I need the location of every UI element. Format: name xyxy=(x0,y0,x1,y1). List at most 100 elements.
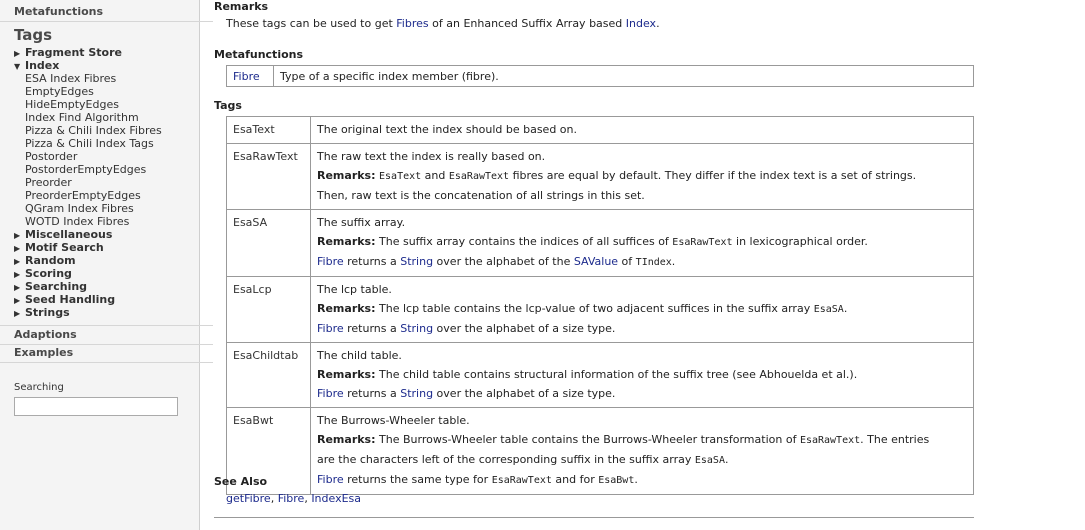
sidebar-item-label: Motif Search xyxy=(25,241,104,254)
tag-desc: The raw text the index is really based o… xyxy=(317,150,546,163)
fibre-part: returns a xyxy=(343,322,401,335)
sidebar-item[interactable]: HideEmptyEdges xyxy=(14,98,200,111)
code-esarawtext: EsaRawText xyxy=(491,475,552,486)
table-row: Fibre Type of a specific index member (f… xyxy=(226,65,974,87)
sidebar-item[interactable]: PostorderEmptyEdges xyxy=(14,163,200,176)
meta-desc-cell: Type of a specific index member (fibre). xyxy=(273,65,974,87)
sidebar-section-adaptions[interactable]: Adaptions xyxy=(0,325,213,345)
code-esatext: EsaText xyxy=(379,171,422,182)
remarks-part: The Burrows-Wheeler table contains the B… xyxy=(375,433,800,446)
sidebar-tags-title: Tags xyxy=(14,26,53,44)
sidebar: Metafunctions Tags ▶ Fragment Store ▼ Index… xyxy=(0,0,213,530)
tag-remarks-cont: Then, raw text is the concatenation of a… xyxy=(317,189,645,202)
fibre-link[interactable]: Fibre xyxy=(278,492,305,505)
sidebar-category[interactable]: ▼ Index xyxy=(14,59,200,72)
triangle-down-icon[interactable]: ▼ xyxy=(14,60,25,73)
remarks-part: are the characters left of the correspon… xyxy=(317,453,695,466)
sidebar-item-label: Index Find Algorithm xyxy=(25,111,139,124)
sidebar-item-label: Fragment Store xyxy=(25,46,122,59)
sidebar-item[interactable]: ESA Index Fibres xyxy=(14,72,200,85)
fibre-part: . xyxy=(634,473,638,486)
remarks-part: fibres are equal by default. They differ… xyxy=(509,169,917,182)
remarks-part: in lexicographical order. xyxy=(732,235,868,248)
triangle-right-icon[interactable]: ▶ xyxy=(14,307,25,320)
tag-name-esatext: EsaText xyxy=(226,116,311,144)
sidebar-item[interactable]: QGram Index Fibres xyxy=(14,202,200,215)
table-row: EsaRawText The raw text the index is rea… xyxy=(226,143,974,210)
sidebar-item[interactable]: EmptyEdges xyxy=(14,85,200,98)
code-esarawtext: EsaRawText xyxy=(448,171,510,182)
remarks-part: . The entries xyxy=(860,433,930,446)
tag-remarks: Remarks: EsaText and EsaRawText fibres a… xyxy=(317,166,967,186)
code-esasa: EsaSA xyxy=(694,455,725,466)
code-esasa: EsaSA xyxy=(813,304,844,315)
tag-remarks: Remarks: The lcp table contains the lcp-… xyxy=(317,299,967,319)
remarks-part: . xyxy=(724,453,729,466)
fibre-part: returns a xyxy=(343,255,401,268)
fibres-link[interactable]: Fibres xyxy=(396,17,428,30)
string-link[interactable]: String xyxy=(400,255,433,268)
see-also-links: getFibre, Fibre, IndexEsa xyxy=(226,492,361,505)
sidebar-item[interactable]: Pizza & Chili Index Fibres xyxy=(14,124,200,137)
sidebar-item[interactable]: Postorder xyxy=(14,150,200,163)
string-link[interactable]: String xyxy=(400,387,433,400)
index-link[interactable]: Index xyxy=(626,17,656,30)
fibre-part: returns the same type for xyxy=(343,473,492,486)
sidebar-item[interactable]: WOTD Index Fibres xyxy=(14,215,200,228)
sidebar-item-label: Scoring xyxy=(25,267,72,280)
getfibre-link[interactable]: getFibre xyxy=(226,492,271,505)
table-row: EsaText The original text the index shou… xyxy=(226,116,974,144)
sidebar-category[interactable]: ▶ Seed Handling xyxy=(14,293,200,306)
sidebar-item-label: Searching xyxy=(25,280,88,293)
fibre-link[interactable]: Fibre xyxy=(317,322,344,335)
fibre-link[interactable]: Fibre xyxy=(317,255,344,268)
sidebar-item-label: HideEmptyEdges xyxy=(25,98,119,111)
table-row: EsaLcp The lcp table. Remarks: The lcp t… xyxy=(226,276,974,343)
tag-name-esalcp: EsaLcp xyxy=(226,276,311,343)
tag-desc: The Burrows-Wheeler table. xyxy=(317,414,470,427)
fibre-link[interactable]: Fibre xyxy=(317,387,344,400)
sidebar-item-label: PostorderEmptyEdges xyxy=(25,163,147,176)
sidebar-item-label: ESA Index Fibres xyxy=(25,72,117,85)
sidebar-item-label: PreorderEmptyEdges xyxy=(25,189,141,202)
sidebar-item[interactable]: Preorder xyxy=(14,176,200,189)
sidebar-item-label: Seed Handling xyxy=(25,293,116,306)
sidebar-item-label: QGram Index Fibres xyxy=(25,202,134,215)
remarks-part: The lcp table contains the lcp-value of … xyxy=(375,302,814,315)
sidebar-item[interactable]: Index Find Algorithm xyxy=(14,111,200,124)
sidebar-section-examples[interactable]: Examples xyxy=(0,344,213,363)
sidebar-category[interactable]: ▶ Random xyxy=(14,254,200,267)
remarks-label: Remarks: xyxy=(317,302,376,315)
table-row: EsaChildtab The child table. Remarks: Th… xyxy=(226,342,974,408)
fibre-part: over the alphabet of a size type. xyxy=(433,322,616,335)
sidebar-category[interactable]: ▶ Scoring xyxy=(14,267,200,280)
tag-name-esarawtext: EsaRawText xyxy=(226,143,311,210)
indexesa-link[interactable]: IndexEsa xyxy=(311,492,361,505)
remarks-part: and xyxy=(421,169,449,182)
sidebar-category[interactable]: ▶ Strings xyxy=(14,306,200,319)
sidebar-category[interactable]: ▶ Motif Search xyxy=(14,241,200,254)
string-link[interactable]: String xyxy=(400,322,433,335)
fibre-link[interactable]: Fibre xyxy=(317,473,344,486)
sidebar-category[interactable]: ▶ Searching xyxy=(14,280,200,293)
savalue-link[interactable]: SAValue xyxy=(574,255,618,268)
tag-desc: The original text the index should be ba… xyxy=(317,123,577,136)
search-input[interactable] xyxy=(14,397,178,416)
sidebar-item[interactable]: Pizza & Chili Index Tags xyxy=(14,137,200,150)
code-tindex: TIndex xyxy=(635,257,672,268)
remarks-text-pre: These tags can be used to get xyxy=(226,17,397,30)
fibre-part: of xyxy=(618,255,636,268)
sidebar-item[interactable]: PreorderEmptyEdges xyxy=(14,189,200,202)
sidebar-item-label: Pizza & Chili Index Tags xyxy=(25,137,154,150)
remarks-text-post: . xyxy=(656,17,660,30)
fibre-link[interactable]: Fibre xyxy=(233,70,260,83)
sidebar-item-label: WOTD Index Fibres xyxy=(25,215,130,228)
fibre-part: and for xyxy=(551,473,599,486)
metafunctions-heading: Metafunctions xyxy=(214,48,304,61)
sidebar-section-metafunctions[interactable]: Metafunctions xyxy=(0,3,213,22)
sidebar-category[interactable]: ▶ Fragment Store xyxy=(14,46,200,59)
sidebar-category[interactable]: ▶ Miscellaneous xyxy=(14,228,200,241)
tag-desc-esatext: The original text the index should be ba… xyxy=(310,116,974,144)
tag-fibre-line: Fibre returns a String over the alphabet… xyxy=(317,384,967,403)
table-row: EsaBwt The Burrows-Wheeler table. Remark… xyxy=(226,407,974,495)
